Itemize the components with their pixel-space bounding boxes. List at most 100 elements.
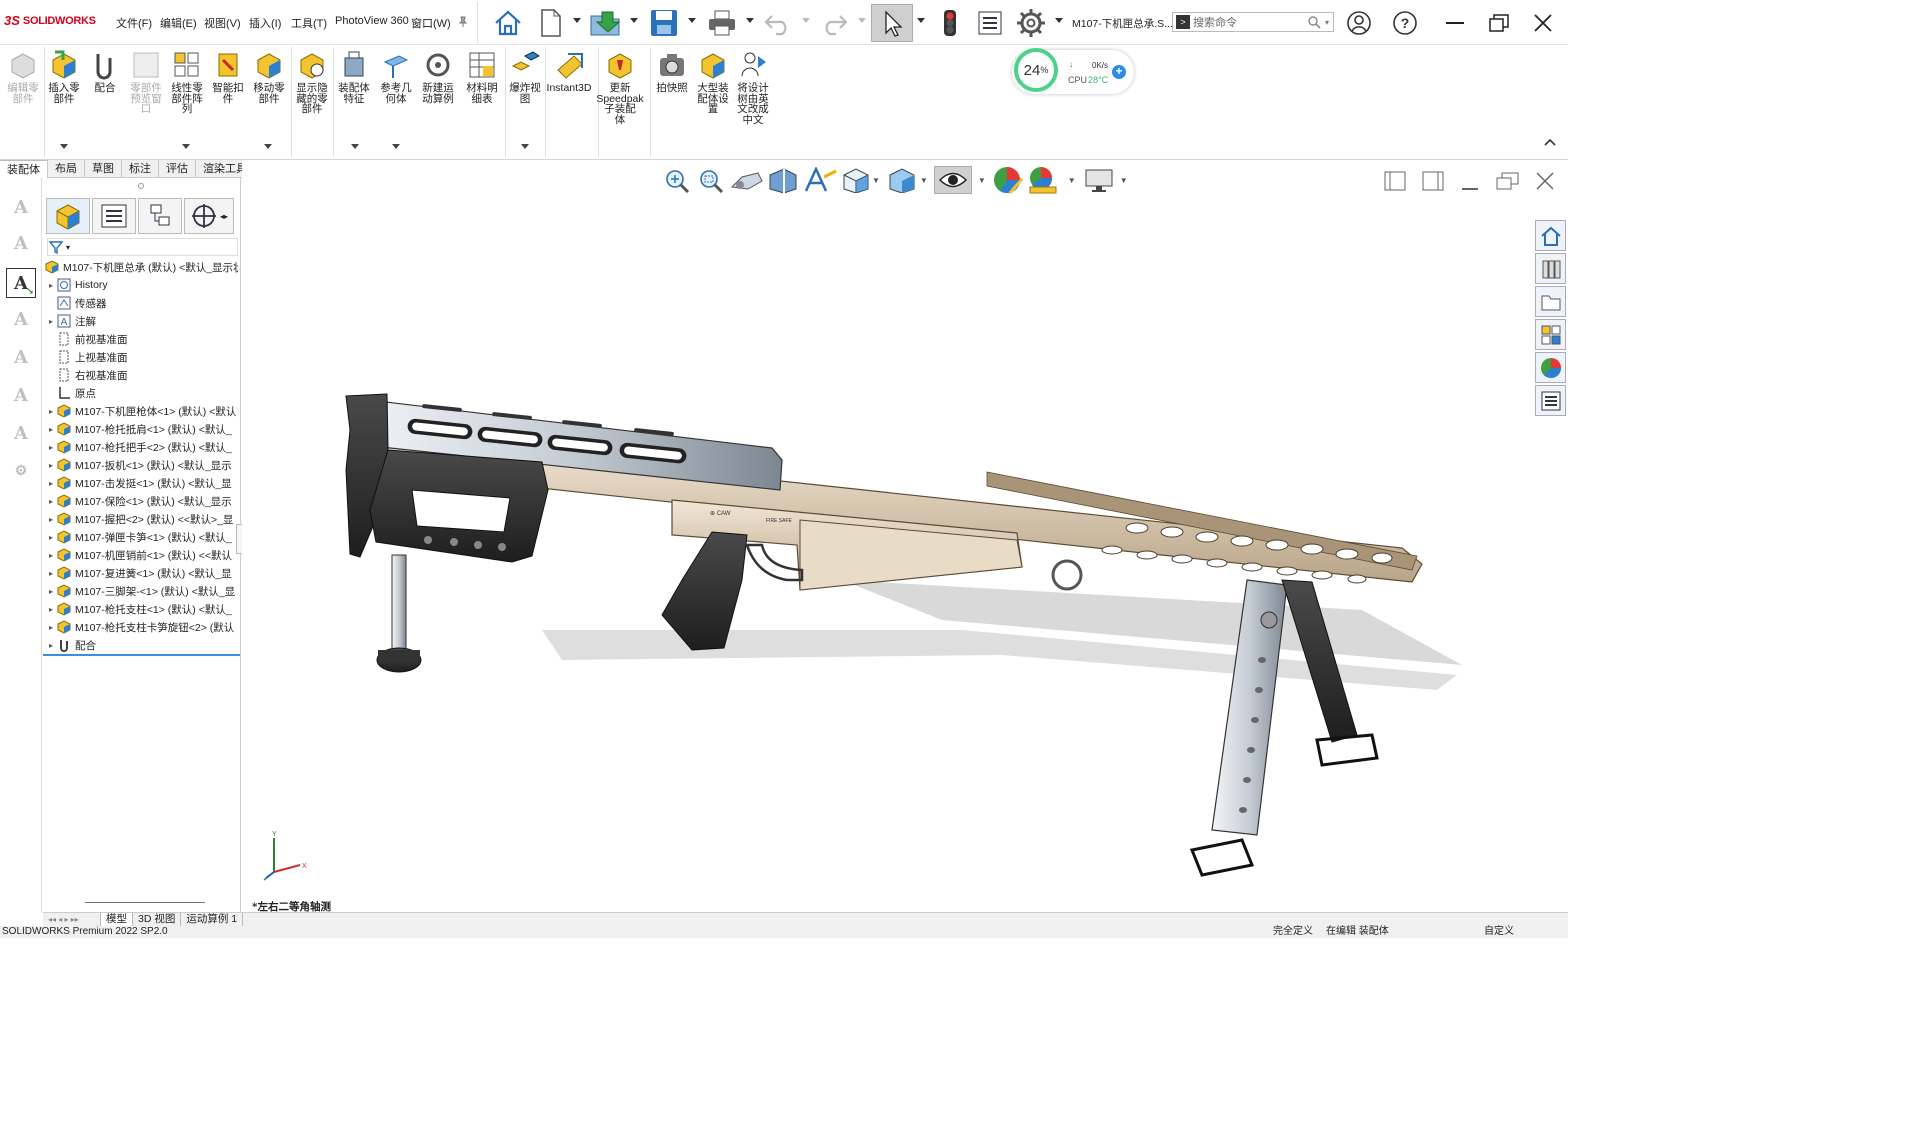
solidworks-resources-icon[interactable] [1535,220,1566,251]
minimize-window-icon[interactable] [1440,4,1470,42]
undo-icon[interactable] [762,4,794,42]
tree-rollback-bar[interactable] [43,654,240,656]
annotation-a-icon[interactable]: A [6,342,36,372]
search-commands[interactable]: > 搜索命令 ▾ [1172,12,1334,32]
search-dropdown-icon[interactable]: ▾ [1325,18,1329,27]
m107-rifle-model[interactable]: ⊕ CAW FIRE SAFE Y X [242,160,1568,912]
expand-arrow-icon[interactable]: ▸ [45,317,57,326]
tab-3[interactable]: 标注 [122,160,159,178]
expand-arrow-icon[interactable]: ▸ [45,641,57,650]
ribbon-button-edit-component[interactable]: 编辑零 部件 [3,49,43,104]
help-icon[interactable]: ? [1390,4,1420,42]
user-account-icon[interactable] [1344,4,1374,42]
restore-window-icon[interactable] [1484,4,1514,42]
expand-arrow-icon[interactable]: ▸ [45,605,57,614]
tree-hscrollbar[interactable] [85,902,205,903]
expand-arrow-icon[interactable]: ▸ [45,497,57,506]
expand-arrow-icon[interactable]: ▸ [45,407,57,416]
tree-item[interactable]: ▸ M107-机匣销前<1> (默认) <<默认 [45,546,238,564]
tree-item[interactable]: ▸ M107-握把<2> (默认) <<默认>_显 [45,510,238,528]
design-library-icon[interactable] [1535,253,1566,284]
save-dropdown-icon[interactable] [688,18,696,23]
redo-dropdown-icon[interactable] [858,18,866,23]
filter-icon[interactable] [48,240,66,254]
view-palette-icon[interactable] [1535,319,1566,350]
annotation-a-icon[interactable]: A [6,304,36,334]
exploded-view-dropdown-icon[interactable] [521,144,529,149]
annotation-a-icon[interactable]: A [6,192,36,222]
appearances-scenes-icon[interactable] [1535,352,1566,383]
tree-item[interactable]: ▸ M107-三脚架-<1> (默认) <默认_显 [45,582,238,600]
tree-item[interactable]: ▸ M107-枪托抵肩<1> (默认) <默认_ [45,420,238,438]
reference-geometry-dropdown-icon[interactable] [392,144,400,149]
insert-component-dropdown-icon[interactable] [60,144,68,149]
tree-item[interactable]: 前视基准面 [45,330,238,348]
tree-item[interactable]: ▸ A 注解 [45,312,238,330]
tools-icon[interactable]: ⚙ [6,456,36,486]
ribbon-button-large-assembly[interactable]: 大型装 配体设 置 [693,49,733,115]
expand-arrow-icon[interactable]: ▸ [45,479,57,488]
expand-arrow-icon[interactable]: ▸ [45,623,57,632]
tree-item[interactable]: ▸ M107-保险<1> (默认) <默认_显示 [45,492,238,510]
solidworks-logo[interactable]: 3S SOLIDWORKS [4,13,96,28]
new-dropdown-icon[interactable] [573,18,581,23]
new-document-icon[interactable] [536,4,566,42]
expand-arrow-icon[interactable]: ▸ [45,569,57,578]
panel-grip-icon[interactable] [138,183,144,189]
expand-arrow-icon[interactable]: ▸ [45,425,57,434]
file-properties-icon[interactable] [974,4,1006,42]
tree-item[interactable]: ▸ History [45,276,238,294]
move-component-dropdown-icon[interactable] [264,144,272,149]
ribbon-button-insert-component[interactable]: 插入零 部件 [44,49,84,104]
menu-file[interactable]: 文件(F) [116,15,152,31]
home-icon[interactable] [490,4,526,42]
menu-window[interactable]: 窗口(W) [411,15,451,31]
menu-tools[interactable]: 工具(T) [291,15,327,31]
ribbon-button-exploded-view[interactable]: 爆炸视 图 [505,49,545,104]
filter-dropdown-icon[interactable]: ▾ [66,243,70,252]
tree-filter-bar[interactable]: ▾ [47,238,238,256]
tab-scroll-arrows-icon[interactable]: ◂◂ ◂ ▸ ▸▸ [43,913,101,926]
tab-2[interactable]: 草图 [85,160,122,178]
ribbon-button-camera[interactable]: 拍快照 [652,49,692,94]
tree-item[interactable]: ▸ 配合 [45,636,238,654]
tree-item[interactable]: 右视基准面 [45,366,238,384]
status-units[interactable]: 自定义 [1484,926,1514,938]
collapse-ribbon-icon[interactable] [1544,137,1556,147]
search-input[interactable]: 搜索命令 [1193,14,1307,30]
tree-root-assembly[interactable]: M107-下机匣总承 (默认) <默认_显示状 [45,258,238,276]
tree-item[interactable]: ▸ M107-枪托支柱<1> (默认) <默认_ [45,600,238,618]
configuration-manager-tab-icon[interactable] [138,198,182,234]
expand-arrow-icon[interactable]: ▸ [45,281,57,290]
ribbon-button-component-preview[interactable]: 零部件 预览窗 口 [126,49,166,115]
tree-item[interactable]: ▸ M107-击发挺<1> (默认) <默认_显 [45,474,238,492]
assembly-feature-dropdown-icon[interactable] [351,144,359,149]
ribbon-button-show-hidden[interactable]: 显示隐 藏的零 部件 [292,49,332,115]
menu-photoview[interactable]: PhotoView 360 [335,15,409,27]
tab-4[interactable]: 评估 [159,160,196,178]
tree-item[interactable]: ▸ M107-枪托把手<2> (默认) <默认_ [45,438,238,456]
expand-arrow-icon[interactable]: ▸ [45,533,57,542]
print-icon[interactable] [704,4,740,42]
open-dropdown-icon[interactable] [630,18,638,23]
tree-item[interactable]: 原点 [45,384,238,402]
expand-arrow-icon[interactable]: ▸ [45,443,57,452]
scroll-tabs-arrows-icon[interactable]: ◂▸ [220,212,228,221]
tab-motion-study[interactable]: 运动算例 1 [181,913,244,926]
select-dropdown-icon[interactable] [917,18,925,23]
ribbon-button-assembly-feature[interactable]: 装配体 特征 [334,49,374,104]
menu-view[interactable]: 视图(V) [204,15,241,31]
ribbon-button-motion-study[interactable]: 新建运 动算例 [418,49,458,104]
tree-item[interactable]: 上视基准面 [45,348,238,366]
file-explorer-icon[interactable] [1535,286,1566,317]
redo-icon[interactable] [818,4,850,42]
search-icon[interactable] [1307,15,1321,29]
select-cursor-icon[interactable] [871,4,913,42]
graphics-viewport[interactable]: ▼ ▼ ▼ ▼ ▼ ⊕ CAW FIRE SAFE Y X *左右二等角轴测 [242,160,1568,913]
feature-tree-tab-icon[interactable] [46,198,90,234]
cpu-monitor-widget[interactable]: 24% ↓ 0K/s CPU 28°C + [1012,48,1134,94]
annotation-a-icon[interactable]: A [6,228,36,258]
tree-item[interactable]: ▸ M107-枪托支柱卡笋旋钮<2> (默认 [45,618,238,636]
tree-item[interactable]: ▸ M107-弹匣卡笋<1> (默认) <默认_ [45,528,238,546]
annotation-a-icon[interactable]: A [6,380,36,410]
